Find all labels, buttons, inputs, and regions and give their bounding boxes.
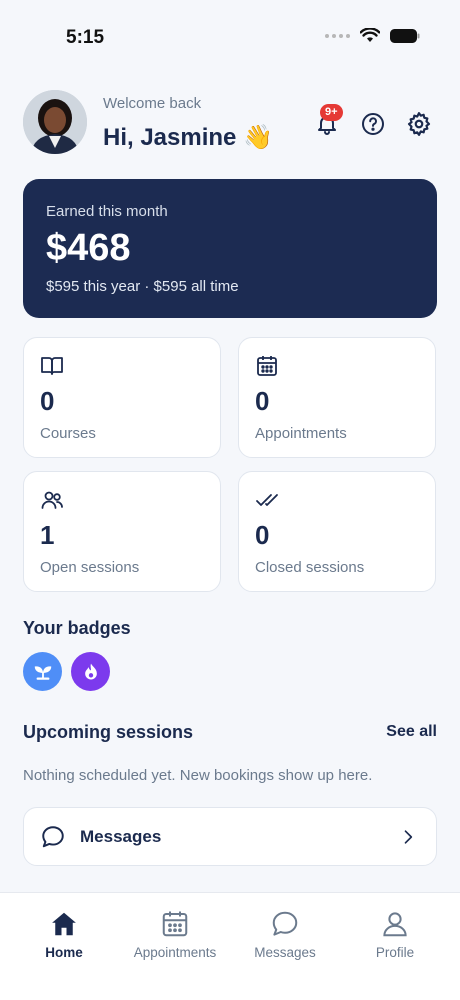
earnings-summary: $595 this year · $595 all time: [46, 278, 239, 295]
book-icon: [41, 357, 63, 375]
badges-title: Your badges: [23, 618, 131, 638]
badge-sprout[interactable]: [23, 652, 62, 691]
header: Welcome back Hi, Jasmine 👋 9+: [23, 90, 437, 156]
stat-card-appointments[interactable]: 0 Appointments: [238, 337, 436, 458]
status-time: 5:15: [66, 27, 105, 48]
wifi-icon: [360, 28, 380, 42]
welcome-text: Welcome back: [103, 95, 202, 112]
appointments-label: Appointments: [255, 425, 347, 442]
stat-card-open-sessions[interactable]: 1 Open sessions: [23, 471, 221, 592]
upcoming-empty-text: Nothing scheduled yet. New bookings show…: [23, 767, 373, 784]
tab-home-label: Home: [45, 945, 83, 960]
tab-home[interactable]: Home: [9, 909, 119, 960]
greeting-title: Hi, Jasmine 👋: [103, 124, 273, 151]
status-icons: [325, 28, 420, 43]
messages-label: Messages: [80, 827, 162, 846]
calendar-icon: [162, 911, 188, 937]
settings-button[interactable]: [405, 110, 433, 138]
tab-appointments[interactable]: Appointments: [120, 909, 230, 960]
notification-count-badge: 9+: [320, 104, 343, 121]
earnings-card[interactable]: Earned this month $468 $595 this year · …: [23, 179, 437, 318]
chat-icon: [42, 826, 64, 848]
stat-card-closed-sessions[interactable]: 0 Closed sessions: [238, 471, 436, 592]
courses-count: 0: [40, 386, 55, 416]
tab-profile[interactable]: Profile: [340, 909, 450, 960]
help-icon: [362, 113, 384, 135]
messages-row[interactable]: Messages: [23, 807, 437, 866]
upcoming-sessions-title: Upcoming sessions: [23, 722, 194, 742]
users-icon: [41, 491, 63, 509]
home-icon: [52, 912, 76, 936]
signal-dots-icon: [325, 33, 350, 38]
earnings-amount: $468: [46, 227, 131, 269]
tab-profile-label: Profile: [375, 945, 415, 960]
avatar-portrait-icon: [23, 90, 87, 154]
appointments-count: 0: [255, 386, 270, 416]
tab-messages-label: Messages: [254, 945, 316, 960]
open-sessions-label: Open sessions: [40, 559, 140, 576]
calendar-icon: [257, 356, 277, 376]
gear-icon: [407, 112, 431, 136]
double-check-icon: [256, 494, 278, 506]
closed-sessions-label: Closed sessions: [255, 559, 365, 576]
person-icon: [383, 912, 407, 937]
courses-label: Courses: [40, 425, 96, 442]
see-all-link[interactable]: See all: [386, 723, 437, 741]
badge-flame[interactable]: [71, 652, 110, 691]
earnings-label: Earned this month: [46, 203, 168, 220]
closed-sessions-count: 0: [255, 520, 270, 550]
chat-icon: [272, 911, 298, 936]
flame-icon: [84, 663, 97, 679]
help-button[interactable]: [359, 110, 387, 138]
bottom-tab-bar: Home Appointments Messages Profile: [0, 892, 460, 1000]
tab-messages[interactable]: Messages: [230, 909, 340, 960]
avatar[interactable]: [23, 90, 87, 154]
status-bar: 5:15: [0, 0, 460, 70]
tab-appointments-label: Appointments: [133, 945, 217, 960]
stat-card-courses[interactable]: 0 Courses: [23, 337, 221, 458]
chevron-right-icon: [404, 830, 413, 844]
open-sessions-count: 1: [40, 520, 55, 550]
sprout-icon: [34, 665, 51, 680]
battery-icon: [390, 28, 420, 43]
